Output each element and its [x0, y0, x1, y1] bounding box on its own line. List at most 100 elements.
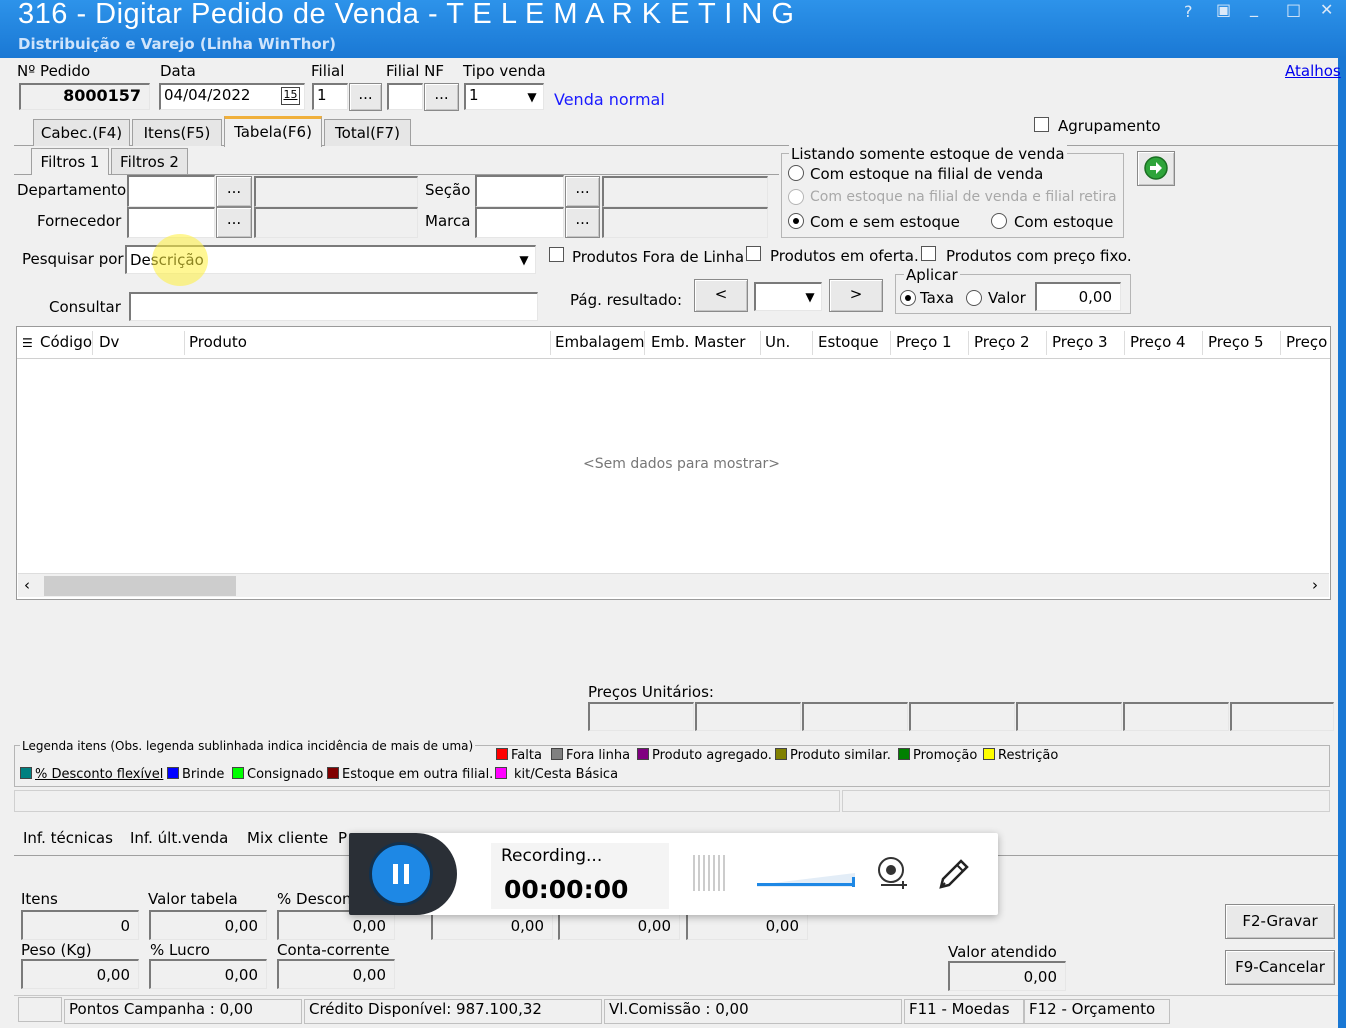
desconto-label: % Descon [277, 890, 352, 908]
pause-button[interactable] [369, 842, 433, 906]
maximize-button[interactable]: □ [1286, 0, 1301, 19]
stock-opt4-label: Com estoque [1014, 213, 1114, 231]
tab-partial[interactable]: P [338, 829, 347, 847]
marca-lookup-button[interactable]: ... [565, 207, 600, 238]
volume-slider[interactable] [757, 867, 855, 887]
tab-tabela[interactable]: Tabela(F6) [224, 116, 322, 147]
tab-total[interactable]: Total(F7) [324, 119, 411, 146]
help-button[interactable]: ? [1184, 2, 1193, 21]
conta-corrente-field: 0,00 [277, 959, 395, 989]
pencil-icon[interactable] [935, 853, 971, 897]
legend-estoque-outra-filial: Estoque em outra filial. [327, 767, 493, 782]
departamento-description [254, 176, 418, 207]
chevron-down-icon[interactable]: ▼ [801, 286, 819, 308]
tab-filtros-2[interactable]: Filtros 2 [111, 148, 188, 174]
fornecedor-description [254, 207, 418, 238]
departamento-lookup-button[interactable]: ... [216, 176, 252, 207]
filialnf-field[interactable] [387, 83, 423, 110]
status-moedas[interactable]: F11 - Moedas [904, 999, 1024, 1024]
page-select[interactable]: ▼ [754, 282, 822, 311]
pag-resultado-label: Pág. resultado: [570, 291, 683, 309]
filial-lookup-button[interactable]: ... [349, 83, 382, 111]
legend-kit-cesta: kit/Cesta Básica [495, 767, 618, 782]
radio-taxa[interactable] [900, 290, 916, 306]
scroll-thumb[interactable] [44, 576, 236, 596]
radio-stock-filial-venda[interactable] [788, 165, 804, 181]
prev-page-button[interactable]: < [694, 279, 748, 312]
scroll-right-icon[interactable]: › [1312, 576, 1318, 594]
tipo-venda-select[interactable]: 1 ▼ [464, 83, 544, 110]
radio-com-sem-estoque[interactable] [788, 213, 804, 229]
itens-field: 0 [21, 910, 139, 940]
secao-lookup-button[interactable]: ... [565, 176, 600, 207]
preco-fixo-checkbox[interactable] [921, 246, 936, 261]
radio-stock-filial-retira[interactable] [788, 189, 804, 205]
fora-linha-checkbox[interactable] [549, 247, 564, 262]
consultar-input[interactable] [129, 292, 538, 321]
secao-label: Seção [425, 181, 471, 199]
audio-level-icon [693, 855, 727, 891]
status-orcamento[interactable]: F12 - Orçamento [1024, 999, 1170, 1024]
pedido-number-field[interactable]: 8000157 [19, 83, 150, 110]
taxa-label: Taxa [920, 289, 954, 307]
chevron-down-icon[interactable]: ▼ [515, 249, 533, 271]
em-oferta-label: Produtos em oferta. [770, 247, 919, 265]
itens-label: Itens [21, 890, 58, 908]
preco-fixo-label: Produtos com preço fixo. [946, 247, 1132, 265]
next-page-button[interactable]: > [829, 279, 883, 312]
scroll-left-icon[interactable]: ‹ [24, 576, 30, 594]
aplicar-value-field[interactable]: 0,00 [1035, 282, 1121, 311]
radio-com-estoque[interactable] [991, 213, 1007, 229]
filial-field[interactable]: 1 [312, 83, 348, 110]
col-separators [17, 327, 1330, 358]
conta-corrente-label: Conta-corrente [277, 941, 390, 959]
stock-opt2-label: Com estoque na filial de venda e filial … [810, 189, 1117, 205]
fornecedor-lookup-button[interactable]: ... [216, 207, 252, 238]
data-label: Data [160, 62, 196, 80]
chevron-down-icon[interactable]: ▼ [523, 87, 541, 107]
window-title: 316 - Digitar Pedido de Venda - T E L E … [18, 0, 795, 30]
radio-valor[interactable] [966, 290, 982, 306]
f9-cancelar-button[interactable]: F9-Cancelar [1225, 950, 1335, 985]
secao-description [602, 176, 768, 207]
grid-horizontal-scrollbar[interactable]: ‹ › [18, 573, 1329, 597]
filialnf-label: Filial NF [386, 62, 445, 80]
em-oferta-checkbox[interactable] [746, 246, 761, 261]
status-comissao: Vl.Comissão : 0,00 [604, 999, 902, 1024]
fornecedor-field[interactable] [127, 207, 215, 238]
pesquisar-label: Pesquisar por [22, 250, 124, 268]
restore-icon[interactable]: ▣ [1216, 0, 1231, 19]
webcam-icon[interactable] [875, 855, 911, 895]
secao-field[interactable] [475, 175, 564, 207]
pause-icon [393, 864, 409, 884]
tab-filtros-1[interactable]: Filtros 1 [31, 148, 109, 175]
filialnf-lookup-button[interactable]: ... [424, 83, 459, 111]
close-button[interactable]: ✕ [1320, 0, 1333, 19]
tab-itens[interactable]: Itens(F5) [132, 119, 222, 146]
f2-gravar-button[interactable]: F2-Gravar [1225, 904, 1335, 939]
legend-produto-agregado: Produto agregado. [637, 748, 772, 763]
legend-restricao: Restrição [983, 748, 1058, 763]
consultar-label: Consultar [49, 298, 121, 316]
departamento-field[interactable] [127, 175, 215, 207]
apply-filter-button[interactable] [1137, 151, 1175, 186]
calendar-icon[interactable]: 15 [281, 87, 300, 105]
precos-unitarios-fields [588, 702, 1334, 732]
tab-mix-cliente[interactable]: Mix cliente [247, 829, 328, 847]
marca-label: Marca [425, 212, 471, 230]
tab-inf-tecnicas[interactable]: Inf. técnicas [23, 829, 113, 847]
atalhos-link[interactable]: Atalhos [1285, 62, 1341, 80]
agrupamento-checkbox[interactable] [1034, 117, 1049, 132]
tab-cabec[interactable]: Cabec.(F4) [33, 119, 130, 146]
filial-label: Filial [311, 62, 345, 80]
status-credito: Crédito Disponível: 987.100,32 [304, 999, 602, 1024]
aplicar-title: Aplicar [904, 266, 960, 284]
marca-field[interactable] [475, 207, 564, 238]
minimize-button[interactable]: _ [1250, 0, 1258, 17]
volume-slider-track [757, 873, 855, 887]
fornecedor-label: Fornecedor [37, 212, 122, 230]
legend-promocao: Promoção [898, 748, 977, 763]
tab-inf-ult-venda[interactable]: Inf. últ.venda [130, 829, 228, 847]
status-cell-empty [18, 997, 62, 1022]
peso-label: Peso (Kg) [21, 941, 92, 959]
